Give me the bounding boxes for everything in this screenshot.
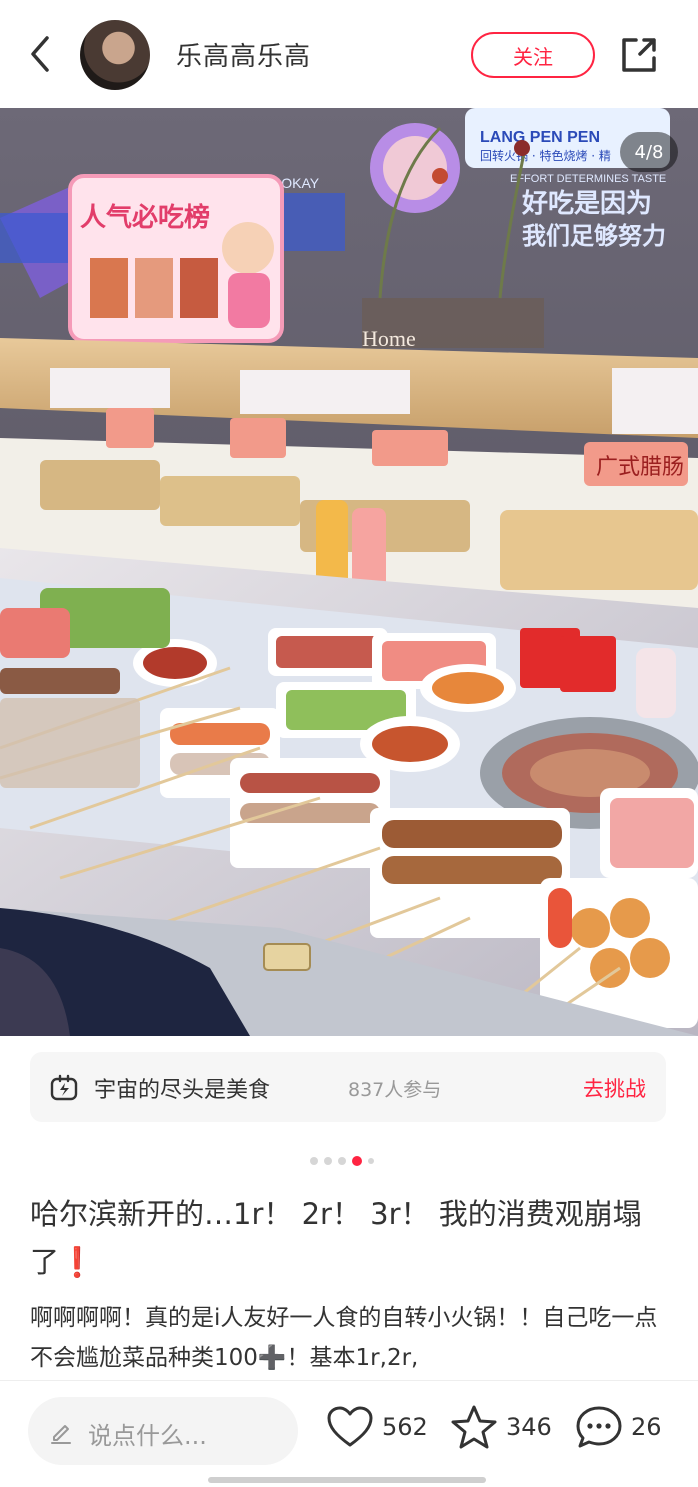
heart-icon <box>327 1406 373 1447</box>
sign-tasty-2: 我们足够努力 <box>522 222 666 250</box>
back-button[interactable] <box>18 28 62 80</box>
challenge-participants: 837人参与 <box>348 1079 442 1101</box>
pagination-dots <box>310 1156 374 1166</box>
sign-lang-pen: LANG PEN PEN <box>480 129 600 146</box>
chevron-left-icon <box>31 36 49 72</box>
sign-rank-title: 人气必吃榜 <box>80 202 210 233</box>
comment-placeholder: 说点什么... <box>88 1422 207 1450</box>
image-counter: 4/8 <box>620 132 678 172</box>
sign-effort: EFFORT DETERMINES TASTE <box>510 173 666 185</box>
pagination-dot <box>324 1157 332 1165</box>
sign-cantonese-sausage: 广式腊肠 <box>596 455 684 480</box>
star-count: 346 <box>506 1413 552 1441</box>
food-counter-photo: LANG PEN PEN 回转火锅 · 特色烧烤 · 精 EFFORT DETE… <box>0 108 698 1036</box>
chat-bubble-icon <box>576 1406 622 1448</box>
top-bar: 乐高高乐高 关注 <box>0 0 698 108</box>
post-photo[interactable]: LANG PEN PEN 回转火锅 · 特色烧烤 · 精 EFFORT DETE… <box>0 108 698 1036</box>
author-name[interactable]: 乐高高乐高 <box>176 36 311 73</box>
home-indicator[interactable] <box>208 1477 486 1483</box>
comment-input[interactable]: 说点什么... <box>28 1397 298 1465</box>
post-body[interactable]: 啊啊啊啊！真的是i人友好一人食的自转小火锅！！自己吃一点不会尴尬菜品种类100➕… <box>30 1298 670 1378</box>
like-button[interactable]: 562 <box>326 1403 428 1451</box>
follow-button[interactable]: 关注 <box>471 32 595 78</box>
sign-tasty-1: 好吃是因为 <box>521 189 652 219</box>
star-icon <box>451 1405 497 1449</box>
post-title-text: 哈尔滨新开的…1r！ 2r！ 3r！ 我的消费观崩塌了 <box>30 1197 642 1279</box>
bottom-action-bar: 说点什么... 562 346 26 <box>0 1380 698 1487</box>
share-button[interactable] <box>616 32 662 78</box>
exclamation-icon: ❗ <box>59 1245 96 1279</box>
avatar[interactable] <box>80 20 150 90</box>
lightning-icon <box>50 1074 78 1101</box>
comment-button[interactable]: 26 <box>575 1403 662 1451</box>
challenge-bar[interactable]: 宇宙的尽头是美食 837人参与 去挑战 <box>30 1052 666 1122</box>
sign-lang-pen-sub: 回转火锅 · 特色烧烤 · 精 <box>480 148 611 163</box>
like-count: 562 <box>382 1413 428 1441</box>
collect-button[interactable]: 346 <box>450 1403 552 1451</box>
pagination-dot <box>338 1157 346 1165</box>
pagination-dot <box>368 1158 374 1164</box>
pen-icon <box>51 1425 71 1444</box>
share-icon <box>622 38 656 72</box>
post-title: 哈尔滨新开的…1r！ 2r！ 3r！ 我的消费观崩塌了❗ <box>30 1190 670 1286</box>
challenge-title: 宇宙的尽头是美食 <box>94 1078 271 1103</box>
comment-count: 26 <box>631 1413 662 1441</box>
challenge-action-button[interactable]: 去挑战 <box>583 1073 646 1103</box>
pagination-dot-active <box>352 1156 362 1166</box>
sign-home: Home <box>362 326 416 351</box>
pagination-dot <box>310 1157 318 1165</box>
